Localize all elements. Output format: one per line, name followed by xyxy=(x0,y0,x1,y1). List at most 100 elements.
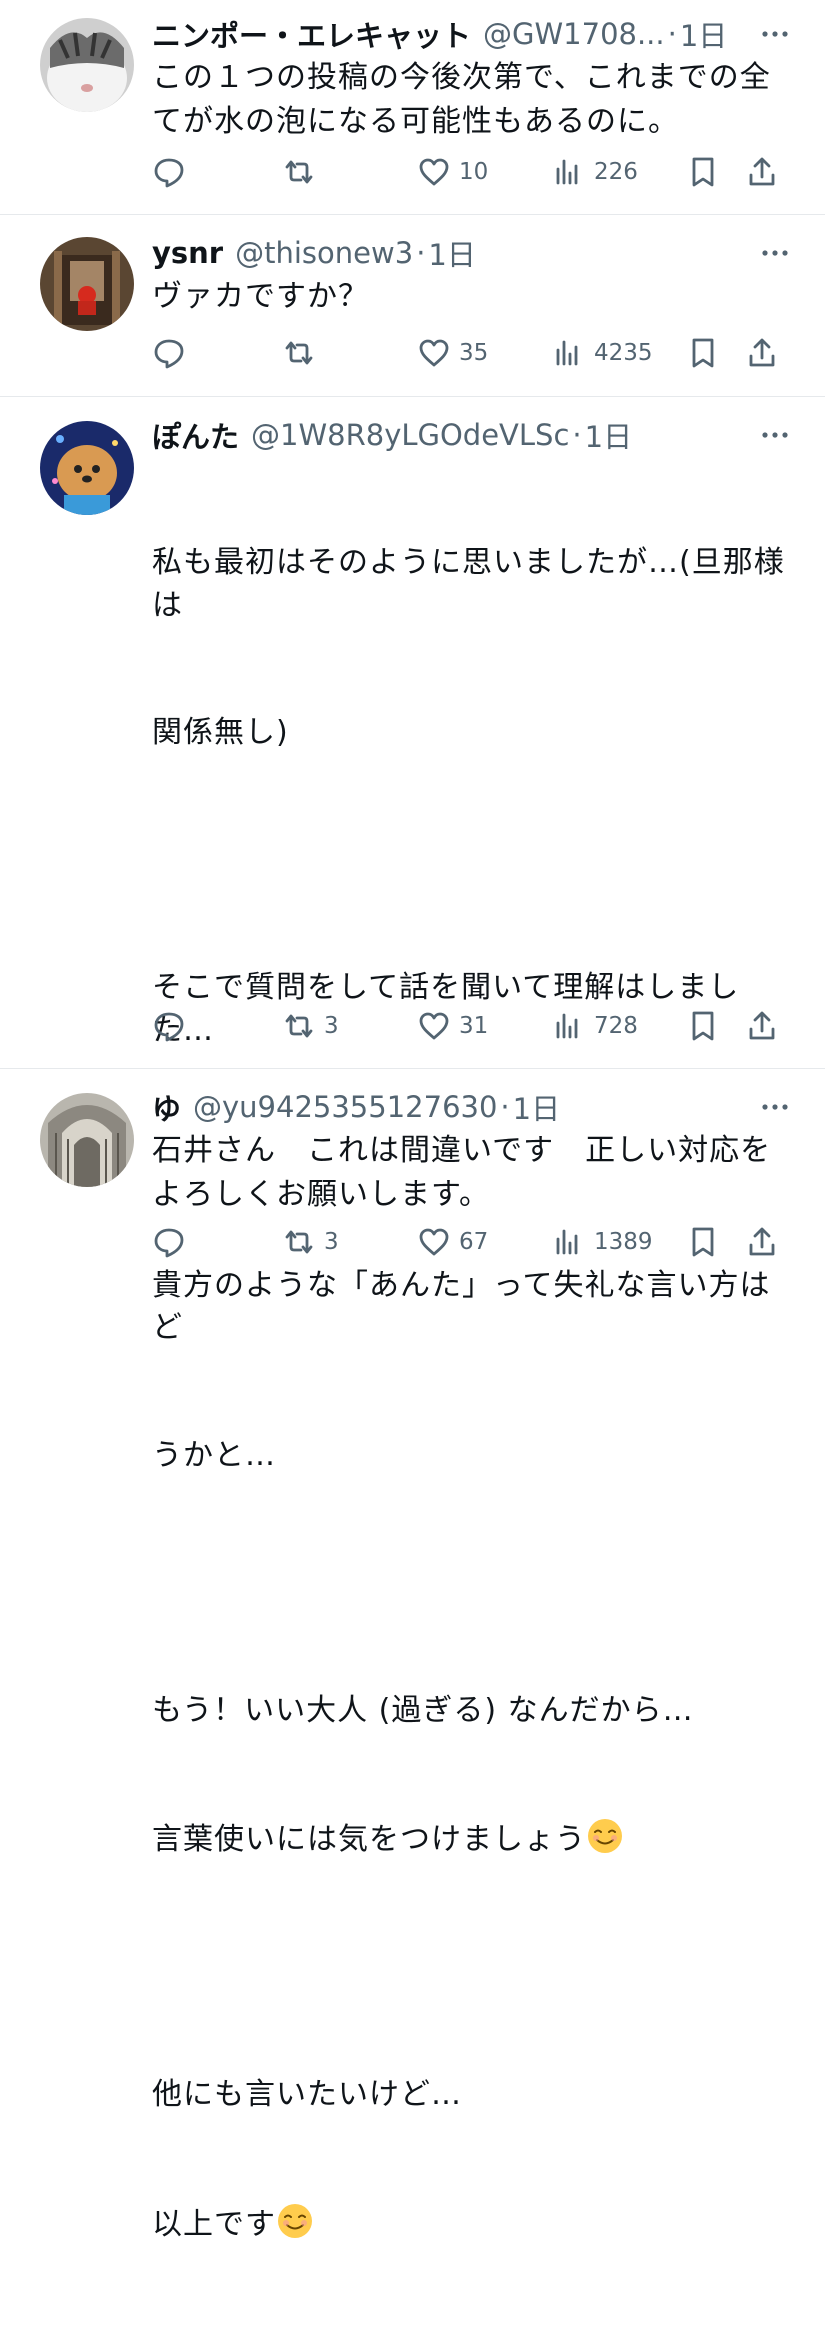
bookmark-button[interactable] xyxy=(686,1006,720,1046)
bookmark-button[interactable] xyxy=(686,1222,720,1262)
tweet-header: ニンポー・エレキャット @GW1708... · 1日 xyxy=(152,14,795,54)
analytics-icon xyxy=(556,1013,578,1039)
display-name[interactable]: ysnr xyxy=(152,236,223,270)
smiling-face-icon xyxy=(588,1819,622,1853)
tweet[interactable]: ゆ @yu9425355127630 · 1日 石井さん これは間違いです 正し… xyxy=(0,1069,825,1280)
avatar[interactable] xyxy=(40,1093,134,1187)
tweet-actions: 3 31 728 xyxy=(152,1006,795,1046)
views-button[interactable]: 1389 xyxy=(552,1222,653,1262)
tweet-text: 石井さん これは間違いです 正しい対応をよろしくお願いします。 xyxy=(152,1133,772,1212)
bookmark-icon xyxy=(692,338,714,368)
reply-icon xyxy=(154,339,184,369)
tweet-header: ゆ @yu9425355127630 · 1日 xyxy=(152,1087,795,1127)
bookmark-button[interactable] xyxy=(686,333,720,373)
text-line: うかと… xyxy=(152,1437,276,1473)
like-button[interactable]: 35 xyxy=(417,333,488,373)
tweet[interactable]: ぽんた @1W8R8yLGOdeVLSc · 1日 私も最初はそのように思いまし… xyxy=(0,397,825,2242)
more-icon[interactable] xyxy=(755,233,795,273)
share-button[interactable] xyxy=(745,152,779,192)
text-line: 私も最初はそのように思いましたが…(旦那様は xyxy=(152,545,785,623)
text-line: 他にも言いたいけど… xyxy=(152,2077,462,2112)
views-button[interactable]: 4235 xyxy=(552,333,653,373)
text-line-with-emoji: 以上です xyxy=(152,2202,795,2247)
text-line: 関係無し) xyxy=(152,715,289,750)
timestamp[interactable]: 1日 xyxy=(513,1086,560,1128)
analytics-icon xyxy=(556,159,578,185)
analytics-icon xyxy=(556,340,578,366)
tweet-text: この１つの投稿の今後次第で、これまでの全てが水の泡になる可能性もあるのに。 xyxy=(152,60,771,139)
avatar[interactable] xyxy=(40,421,134,515)
share-button[interactable] xyxy=(745,1222,779,1262)
separator: · xyxy=(416,236,426,270)
retweet-count: 3 xyxy=(324,1013,339,1039)
shrine-avatar-icon xyxy=(40,237,134,331)
share-button[interactable] xyxy=(745,333,779,373)
separator: · xyxy=(572,418,582,452)
bookmark-icon xyxy=(692,157,714,187)
timestamp[interactable]: 1日 xyxy=(585,414,632,456)
like-button[interactable]: 67 xyxy=(417,1222,488,1262)
reply-icon xyxy=(154,158,184,188)
share-button[interactable] xyxy=(745,1006,779,1046)
cat-avatar-icon xyxy=(40,18,134,112)
view-count: 728 xyxy=(594,1013,638,1039)
display-name[interactable]: ゆ xyxy=(152,1086,181,1128)
text-line-with-emoji: 言葉使いには気をつけましょう xyxy=(152,1817,795,1862)
timestamp[interactable]: 1日 xyxy=(680,13,727,55)
text-line: 言葉使いには気をつけましょう xyxy=(152,1822,586,1857)
share-icon xyxy=(749,1227,775,1256)
heart-icon xyxy=(419,1228,449,1256)
retweet-count: 3 xyxy=(324,1229,339,1255)
retweet-button[interactable]: 3 xyxy=(282,1006,339,1046)
bookmark-button[interactable] xyxy=(686,152,720,192)
user-handle[interactable]: @1W8R8yLGOdeVLSc xyxy=(251,418,569,452)
retweet-button[interactable] xyxy=(282,333,324,373)
avatar[interactable] xyxy=(40,237,134,331)
tweet[interactable]: ysnr @thisonew3 · 1日 ヴァカですか？ 35 4235 xyxy=(0,215,825,397)
like-button[interactable]: 10 xyxy=(417,152,488,192)
like-count: 35 xyxy=(459,340,489,366)
reply-icon xyxy=(154,1012,184,1042)
user-handle[interactable]: @thisonew3 xyxy=(235,236,413,270)
timestamp[interactable]: 1日 xyxy=(428,232,475,274)
hall-avatar-icon xyxy=(40,1093,134,1187)
separator: · xyxy=(667,17,677,51)
share-icon xyxy=(749,338,775,367)
retweet-icon xyxy=(285,341,313,365)
avatar[interactable] xyxy=(40,18,134,112)
tweet[interactable]: ニンポー・エレキャット @GW1708... · 1日 この１つの投稿の今後次第… xyxy=(0,0,825,215)
text-line: もう！いい大人 (過ぎる) なんだから… xyxy=(152,1692,694,1728)
text-line: 以上です xyxy=(152,2206,276,2242)
display-name[interactable]: ニンポー・エレキャット xyxy=(152,13,471,55)
more-icon[interactable] xyxy=(755,1087,795,1127)
user-handle[interactable]: @yu9425355127630 xyxy=(193,1090,497,1124)
retweet-icon xyxy=(285,160,313,184)
dog-avatar-icon xyxy=(40,421,134,515)
smiling-face-icon xyxy=(278,2203,312,2238)
more-icon[interactable] xyxy=(755,415,795,455)
reply-button[interactable] xyxy=(152,1222,194,1262)
display-name[interactable]: ぽんた xyxy=(152,414,239,456)
views-button[interactable]: 226 xyxy=(552,152,638,192)
heart-icon xyxy=(419,339,449,367)
share-icon xyxy=(749,157,775,186)
separator: · xyxy=(500,1090,510,1124)
heart-icon xyxy=(419,158,449,186)
reply-button[interactable] xyxy=(152,333,194,373)
tweet-actions: 35 4235 xyxy=(152,333,795,373)
retweet-button[interactable] xyxy=(282,152,324,192)
reply-button[interactable] xyxy=(152,1006,194,1046)
user-handle[interactable]: @GW1708... xyxy=(483,17,665,51)
like-count: 67 xyxy=(459,1229,489,1255)
retweet-button[interactable]: 3 xyxy=(282,1222,339,1262)
retweet-icon xyxy=(285,1014,313,1038)
more-icon[interactable] xyxy=(755,14,795,54)
tweet-text: 私も最初はそのように思いましたが…(旦那様は 関係無し) そこで質問をして話を聞… xyxy=(152,457,795,2331)
reply-button[interactable] xyxy=(152,152,194,192)
like-button[interactable]: 31 xyxy=(417,1006,488,1046)
views-button[interactable]: 728 xyxy=(552,1006,638,1046)
view-count: 4235 xyxy=(594,340,653,366)
